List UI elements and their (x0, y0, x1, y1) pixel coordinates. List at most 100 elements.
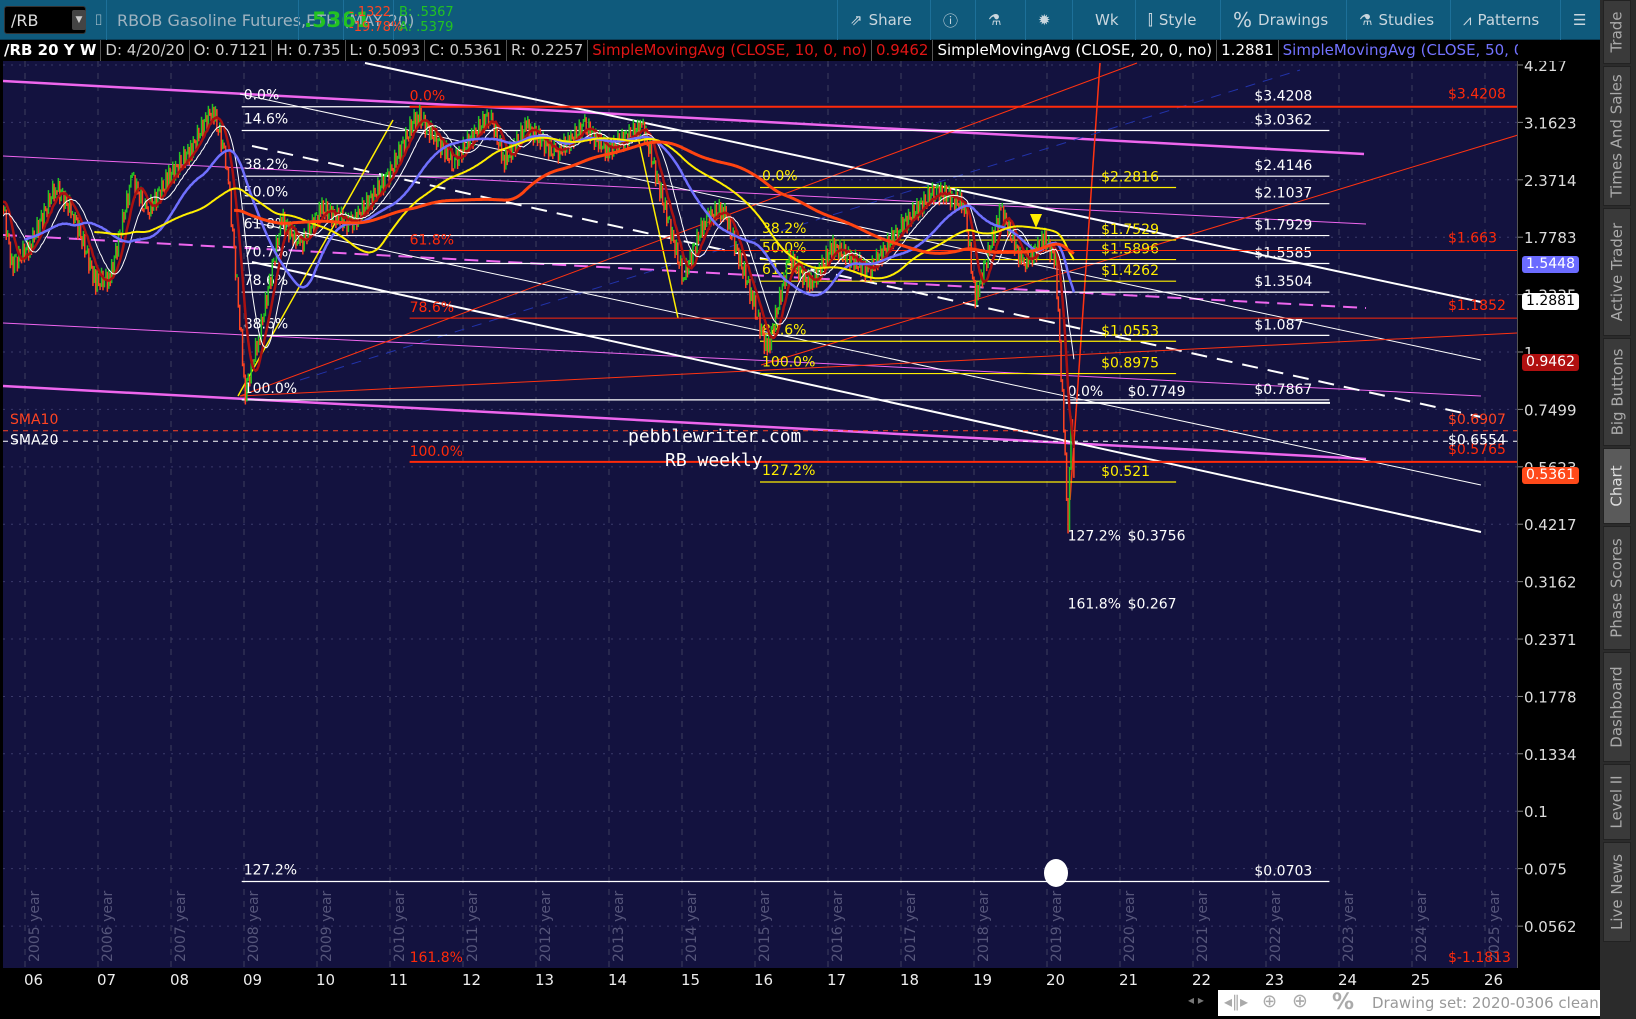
price-chart[interactable]: 2005 year 2006 year 2007 year 2008 year 2009… (3, 61, 1518, 968)
time-tick-label: 22 (1192, 971, 1211, 989)
time-tick-label: 21 (1119, 971, 1138, 989)
time-tick-label: 11 (389, 971, 408, 989)
fib-level-price: $0.7867 (1254, 382, 1312, 398)
percent-icon: % (1233, 8, 1253, 32)
period-label: Wk (1095, 11, 1119, 29)
price-tick-label: 0.7499 (1524, 401, 1577, 419)
year-grid-label: 2005 year (27, 890, 43, 962)
sma10-value: 0.9462 (872, 40, 934, 61)
share-icon: ⇗ (850, 11, 863, 29)
sidebar-tab-label: Big Buttons (1608, 348, 1626, 436)
studies-button[interactable]: ⚗ Studies (1346, 0, 1446, 40)
fib-level-price: $1.5896 (1101, 242, 1159, 258)
patterns-button[interactable]: ⩘ Patterns (1450, 0, 1551, 40)
year-grid-label: 2011 year (465, 890, 481, 962)
sidebar-tab-live-news[interactable]: Live News (1603, 842, 1631, 942)
time-tick-label: 24 (1338, 971, 1357, 989)
fib-level-price: $1.5585 (1254, 246, 1312, 262)
menu-button[interactable]: ☰ (1560, 0, 1598, 40)
price-badge: 0.5361 (1522, 467, 1579, 485)
patterns-icon: ⩘ (1463, 11, 1472, 29)
flask-icon: ⚗ (1359, 11, 1373, 29)
price-tick-label: 3.1623 (1524, 114, 1577, 132)
price-axis[interactable]: 4.2173.16232.37141.77831.333510.74990.56… (1518, 57, 1600, 968)
sma10-line[interactable] (3, 115, 1076, 449)
channel-line[interactable] (3, 234, 1367, 309)
sma50-label[interactable]: SimpleMovingAvg (CLOSE, 50, 0,... (1279, 40, 1518, 61)
fib-level-percent: 100.0% (762, 355, 815, 371)
sma-reference-price: $0.6907 (1448, 412, 1506, 428)
link-icon[interactable]: ⌷ (94, 0, 106, 40)
trend-line[interactable] (239, 332, 1518, 397)
fib-level-percent: 100.0% (410, 444, 463, 460)
sma20-label[interactable]: SimpleMovingAvg (CLOSE, 20, 0, no) (933, 40, 1218, 61)
fib-level-price: $0.3756 (1128, 528, 1186, 544)
settings-button[interactable]: ✹ (1025, 0, 1063, 40)
scrollbar[interactable] (0, 990, 1218, 1016)
sma-reference-price: $0.6554 (1448, 432, 1506, 448)
zoom-icon[interactable]: ⊕ (1292, 990, 1308, 1012)
flask-icon: ⚗ (988, 11, 1002, 29)
down-arrow-icon (1030, 214, 1042, 228)
last-price: .5361 (298, 0, 370, 40)
sidebar-tab-big-buttons[interactable]: Big Buttons (1603, 338, 1631, 446)
time-tick-label: 08 (170, 971, 189, 989)
sidebar-tab-chart[interactable]: Chart (1603, 448, 1631, 524)
sidebar-tab-phase-scores[interactable]: Phase Scores (1603, 526, 1631, 650)
gear-icon: ✹ (1038, 11, 1051, 29)
info-button[interactable]: ⓘ (930, 0, 970, 40)
time-tick-label: 13 (535, 971, 554, 989)
fib-level-price: $3.0362 (1254, 113, 1312, 129)
year-grid-label: 2010 year (392, 890, 408, 962)
price-tick-label: 0.2371 (1524, 631, 1577, 649)
year-grid-label: 2021 year (1195, 890, 1211, 962)
sidebar-tab-level-ii[interactable]: Level II (1603, 764, 1631, 840)
price-tick-label: 4.217 (1524, 61, 1567, 75)
time-tick-label: 10 (316, 971, 335, 989)
year-grid-label: 2007 year (173, 890, 189, 962)
sma-reference-name: SMA20 (10, 432, 58, 448)
fib-level-price: $0.267 (1128, 596, 1177, 612)
year-grid-label: 2008 year (246, 890, 262, 962)
crosshair-icon[interactable]: ⊕ (1262, 991, 1277, 1012)
fib-level-percent: 38.2% (244, 157, 288, 173)
scroll-arrows-icon[interactable]: ◂ ▸ (1188, 993, 1204, 1007)
time-tick-label: 23 (1265, 971, 1284, 989)
price-tick-label: 0.075 (1524, 861, 1567, 879)
sidebar-tab-trade[interactable]: Trade (1603, 0, 1631, 64)
fib-level-percent: 127.2% (1068, 528, 1121, 544)
drawing-set-label[interactable]: Drawing set: 2020-0306 clean (1372, 994, 1599, 1012)
symbol-dropdown-chevron-icon[interactable]: ▼ (72, 10, 86, 30)
time-tick-label: 16 (754, 971, 773, 989)
sidebar-tab-times-and-sales[interactable]: Times And Sales (1603, 66, 1631, 206)
sidebar-tab-label: Level II (1608, 775, 1626, 829)
pan-icon[interactable]: ◂∥▸ (1224, 992, 1248, 1011)
watermark-site: pebblewriter.com (628, 426, 801, 447)
drawing-handle[interactable] (1044, 859, 1068, 887)
channel-line[interactable] (3, 155, 1367, 225)
time-tick-label: 18 (900, 971, 919, 989)
fib-level-percent: 161.8% (410, 950, 463, 966)
period-button[interactable]: Wk (1072, 0, 1141, 40)
fib-level-price: $1.7929 (1254, 218, 1312, 234)
sidebar-tab-dashboard[interactable]: Dashboard (1603, 652, 1631, 762)
flask-button[interactable]: ⚗ (975, 0, 1013, 40)
percent-icon[interactable]: % (1332, 990, 1354, 1015)
fib-level-price: $0.8975 (1101, 356, 1159, 372)
fib-level-percent: 0.0% (244, 88, 280, 104)
sidebar-tab-label: Trade (1608, 11, 1627, 53)
sidebar-tab-active-trader[interactable]: Active Trader (1603, 208, 1631, 336)
price-tick-label: 0.0562 (1524, 918, 1577, 936)
drawings-button[interactable]: % Drawings (1220, 0, 1340, 40)
sma10-label[interactable]: SimpleMovingAvg (CLOSE, 10, 0, no) (588, 40, 872, 61)
year-grid-label: 2006 year (100, 890, 116, 962)
fib-level-percent: 127.2% (762, 463, 815, 479)
fib-level-price: $1.0553 (1101, 323, 1159, 339)
info-range: R: 0.2257 (507, 40, 589, 61)
style-button[interactable]: ⫿ Style (1135, 0, 1209, 40)
price-tick-label: 0.4217 (1524, 516, 1577, 534)
share-button[interactable]: ⇗ Share (837, 0, 924, 40)
price-tick-label: 0.1778 (1524, 688, 1577, 706)
chart-canvas: 2005 year 2006 year 2007 year 2008 year 2009… (3, 61, 1518, 968)
time-axis[interactable]: 06 07 08 09 10 11 12 13 14 15 16 17 18 19 20 21 22 23 24 25… (0, 968, 1518, 990)
